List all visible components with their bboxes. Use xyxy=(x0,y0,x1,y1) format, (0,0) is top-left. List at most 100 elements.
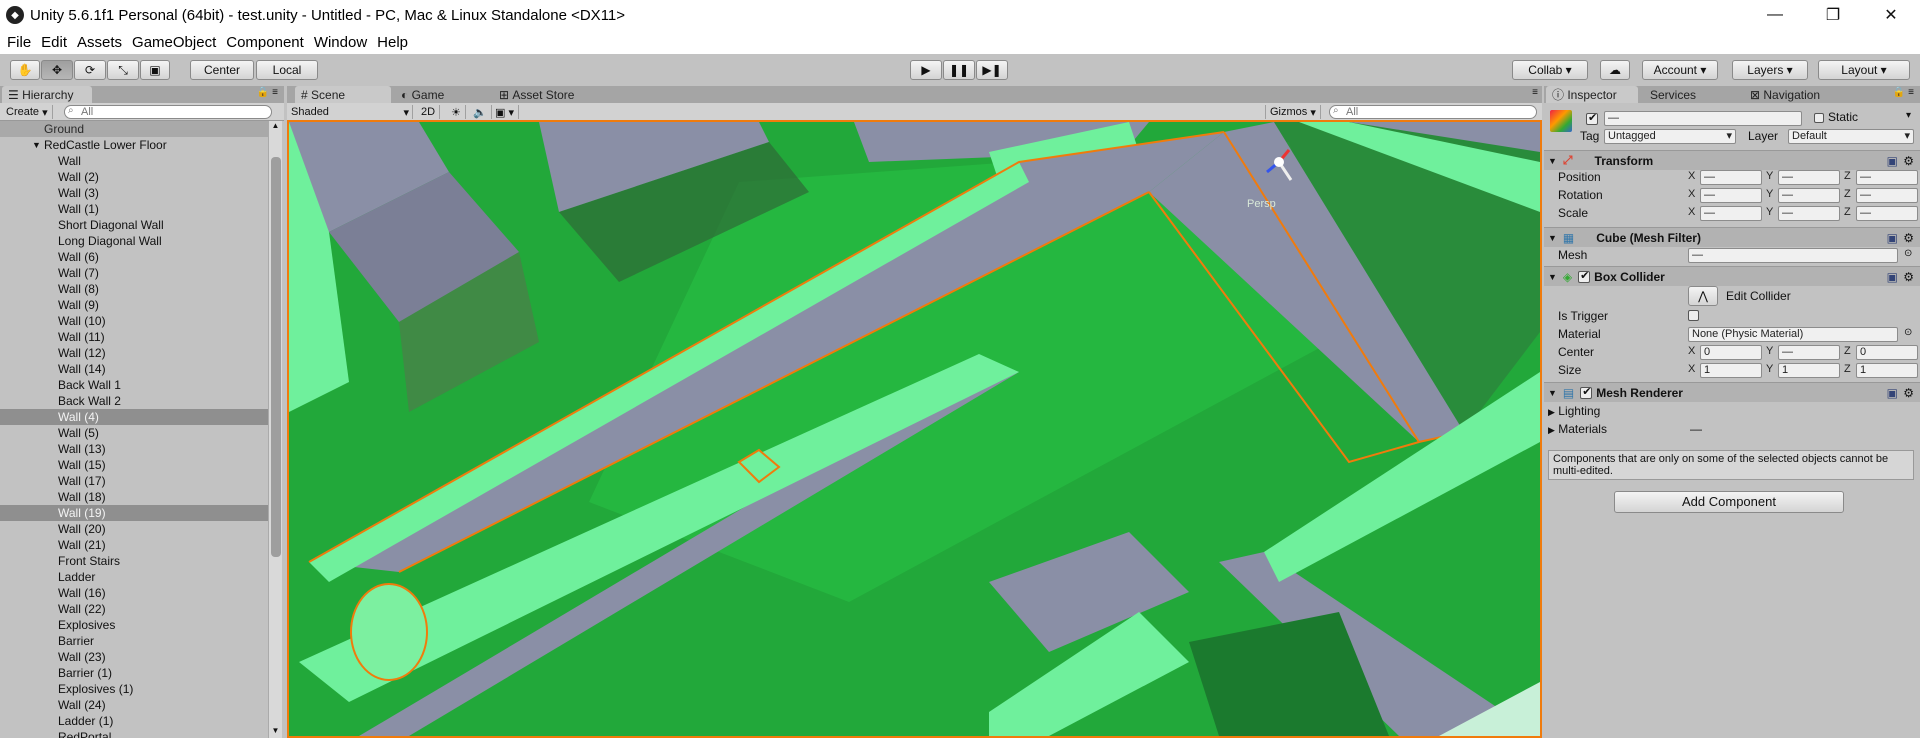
effects-dropdown-icon[interactable]: ▣ ▾ xyxy=(491,105,519,119)
collider-center-z-field[interactable]: 0 xyxy=(1856,345,1918,360)
tag-dropdown[interactable]: Untagged ▾ xyxy=(1604,129,1736,144)
hierarchy-item[interactable]: Wall (6) xyxy=(0,249,268,265)
play-button[interactable]: ▶ xyxy=(910,60,942,80)
lighting-toggle-icon[interactable]: ☀ xyxy=(447,105,466,119)
gizmos-dropdown[interactable]: Gizmos ▾ xyxy=(1265,105,1321,119)
hierarchy-item[interactable]: Wall (22) xyxy=(0,601,268,617)
help-icon[interactable]: ▣ xyxy=(1887,270,1898,284)
object-name-field[interactable]: — xyxy=(1604,111,1802,126)
edit-collider-button[interactable]: ⋀ xyxy=(1688,286,1718,306)
help-icon[interactable]: ▣ xyxy=(1887,154,1898,168)
scale-tool-icon[interactable]: ⤡ xyxy=(107,60,139,80)
transform-rotation-x-field[interactable]: — xyxy=(1700,188,1762,203)
hierarchy-item[interactable]: Short Diagonal Wall xyxy=(0,217,268,233)
static-dropdown-icon[interactable]: ▾ xyxy=(1906,110,1911,121)
object-picker-icon[interactable]: ⊙ xyxy=(1904,327,1912,338)
hierarchy-item[interactable]: Front Stairs xyxy=(0,553,268,569)
2d-toggle[interactable]: 2D xyxy=(417,105,441,119)
object-picker-icon[interactable]: ⊙ xyxy=(1904,248,1912,259)
collab-dropdown[interactable]: Collab ▾ xyxy=(1512,60,1588,80)
hierarchy-item[interactable]: Back Wall 1 xyxy=(0,377,268,393)
component-settings-icon[interactable]: ⚙ xyxy=(1903,386,1914,400)
menu-help[interactable]: Help xyxy=(372,34,413,51)
menu-window[interactable]: Window xyxy=(309,34,372,51)
panel-menu-icon[interactable]: 🔒 ≡ xyxy=(257,87,278,98)
box-collider-header[interactable]: ▼ ◈ Box Collider ▣ ⚙ xyxy=(1544,266,1920,286)
hierarchy-item[interactable]: Wall (4) xyxy=(0,409,268,425)
mesh-filter-header[interactable]: ▼ ▦ Cube (Mesh Filter) ▣ ⚙ xyxy=(1544,227,1920,247)
layer-dropdown[interactable]: Default ▾ xyxy=(1788,129,1914,144)
maximize-button[interactable]: ❐ xyxy=(1804,0,1862,30)
hierarchy-item[interactable]: Wall (24) xyxy=(0,697,268,713)
menu-edit[interactable]: Edit xyxy=(36,34,72,51)
hierarchy-item[interactable]: Ladder xyxy=(0,569,268,585)
close-button[interactable]: ✕ xyxy=(1862,0,1920,30)
hierarchy-item[interactable]: Long Diagonal Wall xyxy=(0,233,268,249)
hierarchy-scrollbar[interactable]: ▲ ▼ xyxy=(268,121,282,738)
hierarchy-search-input[interactable]: ⌕ All xyxy=(64,105,272,119)
tab-navigation[interactable]: ⊠ Navigation xyxy=(1744,86,1854,103)
transform-scale-y-field[interactable]: — xyxy=(1778,206,1840,221)
hierarchy-parent-item[interactable]: ▼ RedCastle Lower Floor xyxy=(0,137,268,153)
materials-foldout[interactable]: ▶ Materials xyxy=(1548,422,1607,436)
layers-dropdown[interactable]: Layers ▾ xyxy=(1732,60,1808,80)
inspector-lock-icon[interactable]: 🔒 ≡ xyxy=(1893,87,1914,98)
menu-assets[interactable]: Assets xyxy=(72,34,127,51)
collider-size-x-field[interactable]: 1 xyxy=(1700,363,1762,378)
transform-rotation-y-field[interactable]: — xyxy=(1778,188,1840,203)
hierarchy-item[interactable]: Wall (14) xyxy=(0,361,268,377)
transform-position-y-field[interactable]: — xyxy=(1778,170,1840,185)
hierarchy-item[interactable]: Wall (2) xyxy=(0,169,268,185)
hand-tool-icon[interactable]: ✋ xyxy=(10,60,40,80)
component-settings-icon[interactable]: ⚙ xyxy=(1903,231,1914,245)
tab-scene[interactable]: # Scene xyxy=(295,86,391,103)
hierarchy-item[interactable]: Wall (23) xyxy=(0,649,268,665)
account-dropdown[interactable]: Account ▾ xyxy=(1642,60,1718,80)
menu-gameobject[interactable]: GameObject xyxy=(127,34,221,51)
hierarchy-item[interactable]: Back Wall 2 xyxy=(0,393,268,409)
physic-material-field[interactable]: None (Physic Material) xyxy=(1688,327,1898,342)
hierarchy-item[interactable]: Barrier xyxy=(0,633,268,649)
scene-viewport[interactable]: Persp xyxy=(287,120,1542,738)
active-checkbox[interactable] xyxy=(1586,111,1598,125)
create-dropdown[interactable]: Create ▾ xyxy=(2,105,53,119)
transform-position-x-field[interactable]: — xyxy=(1700,170,1762,185)
hierarchy-item[interactable]: Wall (19) xyxy=(0,505,268,521)
persp-label[interactable]: Persp xyxy=(1247,198,1276,210)
component-settings-icon[interactable]: ⚙ xyxy=(1903,270,1914,284)
hierarchy-item[interactable]: Wall (16) xyxy=(0,585,268,601)
tab-asset-store[interactable]: ⊞ Asset Store xyxy=(493,86,603,103)
tab-hierarchy[interactable]: ☰ Hierarchy xyxy=(2,86,92,103)
hierarchy-item[interactable]: RedPortal xyxy=(0,729,268,738)
hierarchy-item[interactable]: Wall (17) xyxy=(0,473,268,489)
hierarchy-item[interactable]: Barrier (1) xyxy=(0,665,268,681)
tab-services[interactable]: Services xyxy=(1644,86,1728,103)
hierarchy-item[interactable]: Wall (3) xyxy=(0,185,268,201)
collider-center-y-field[interactable]: — xyxy=(1778,345,1840,360)
hierarchy-item[interactable]: Wall (8) xyxy=(0,281,268,297)
static-checkbox[interactable] xyxy=(1814,113,1824,123)
menu-component[interactable]: Component xyxy=(221,34,309,51)
foldout-icon[interactable]: ▼ xyxy=(32,137,41,153)
layout-dropdown[interactable]: Layout ▾ xyxy=(1818,60,1910,80)
transform-rotation-z-field[interactable]: — xyxy=(1856,188,1918,203)
transform-scale-x-field[interactable]: — xyxy=(1700,206,1762,221)
hierarchy-item[interactable]: Ground xyxy=(0,121,268,137)
mesh-renderer-enabled-checkbox[interactable] xyxy=(1580,385,1593,399)
lighting-foldout[interactable]: ▶ Lighting xyxy=(1548,404,1600,418)
hierarchy-item[interactable]: Wall (20) xyxy=(0,521,268,537)
menu-file[interactable]: File xyxy=(2,34,36,51)
tab-inspector[interactable]: ⓘ Inspector xyxy=(1546,86,1638,103)
rect-tool-icon[interactable]: ▣ xyxy=(140,60,170,80)
scroll-down-icon[interactable]: ▼ xyxy=(269,726,282,738)
minimize-button[interactable]: — xyxy=(1746,0,1804,30)
hierarchy-item[interactable]: Explosives xyxy=(0,617,268,633)
transform-scale-z-field[interactable]: — xyxy=(1856,206,1918,221)
scene-panel-menu-icon[interactable]: ≡ xyxy=(1532,87,1538,98)
hierarchy-item[interactable]: Wall (11) xyxy=(0,329,268,345)
mesh-renderer-header[interactable]: ▼ ▤ Mesh Renderer ▣ ⚙ xyxy=(1544,382,1920,402)
hierarchy-item[interactable]: Explosives (1) xyxy=(0,681,268,697)
hierarchy-item[interactable]: Wall (21) xyxy=(0,537,268,553)
hierarchy-item[interactable]: Ladder (1) xyxy=(0,713,268,729)
is-trigger-checkbox[interactable] xyxy=(1688,310,1699,321)
